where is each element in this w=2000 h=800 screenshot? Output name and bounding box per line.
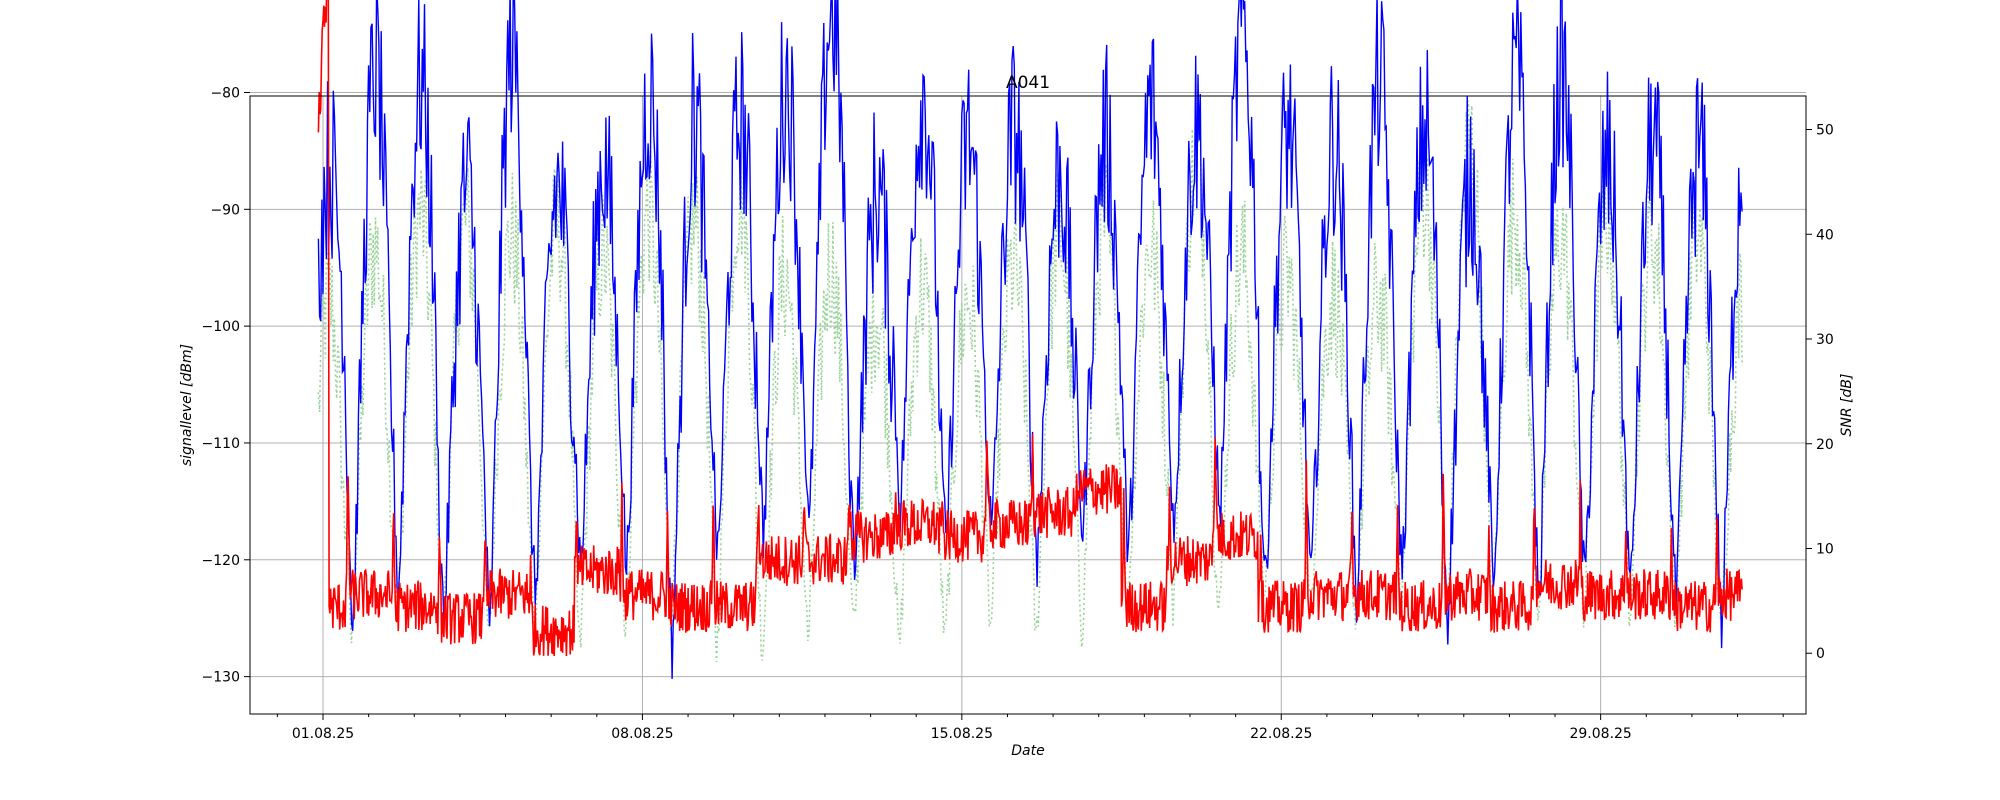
- series-noise: [317, 0, 1743, 657]
- chart-title: A041: [1006, 73, 1050, 93]
- y-tick-label-right: 50: [1816, 123, 1834, 139]
- y-tick-label-right: 20: [1816, 437, 1834, 453]
- y-tick-label-left: −100: [202, 319, 240, 335]
- y-tick-label-right: 10: [1816, 542, 1834, 558]
- series-snr: [317, 100, 1743, 663]
- y-tick-label-right: 40: [1816, 227, 1834, 243]
- x-tick-label: 22.08.25: [1250, 726, 1312, 742]
- y-axis-title-right: SNR [dB]: [1839, 374, 1855, 437]
- x-tick-label: 15.08.25: [931, 726, 993, 742]
- x-tick-label: 01.08.25: [292, 726, 354, 742]
- y-tick-label-left: −80: [210, 85, 240, 101]
- ticks: 01.08.25 08.08.25 15.08.25 22.08.25 29.08.25…: [202, 85, 1834, 742]
- snr-line: [317, 100, 1743, 663]
- y-tick-label-right: 0: [1816, 646, 1825, 662]
- x-tick-label: 29.08.25: [1569, 726, 1631, 742]
- y-axis-title-left: signallevel [dBm]: [179, 344, 195, 466]
- y-tick-label-right: 30: [1816, 332, 1834, 348]
- y-tick-label-left: −130: [202, 670, 240, 686]
- chart: 01.08.25 08.08.25 15.08.25 22.08.25 29.08.25…: [179, 0, 1855, 759]
- x-axis-title: Date: [1011, 743, 1044, 759]
- y-tick-label-left: −90: [210, 202, 240, 218]
- noise-line: [317, 0, 1743, 657]
- x-tick-label: 08.08.25: [611, 726, 673, 742]
- y-tick-label-left: −110: [202, 436, 240, 452]
- y-tick-label-left: −120: [202, 553, 240, 569]
